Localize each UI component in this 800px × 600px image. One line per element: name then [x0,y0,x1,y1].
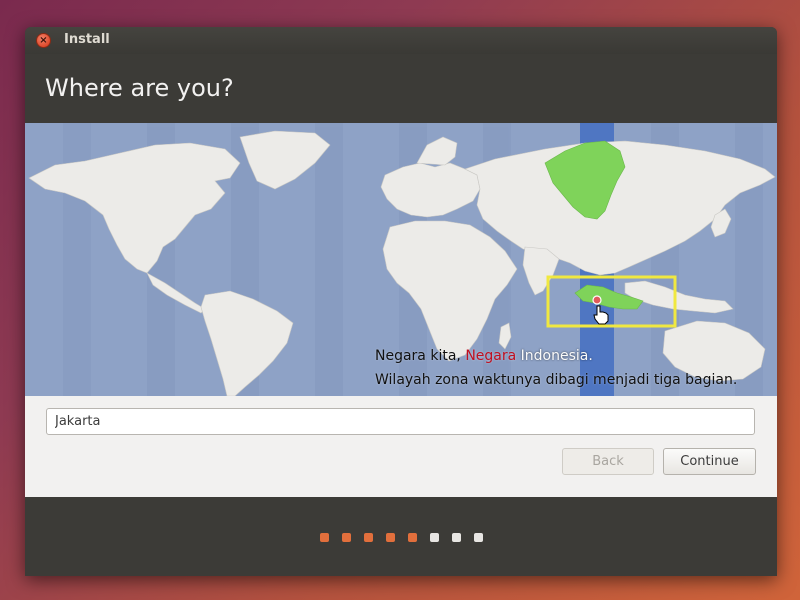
page-header: Where are you? [25,54,777,123]
progress-dot [386,533,395,542]
progress-dot [430,533,439,542]
back-button[interactable]: Back [562,448,654,475]
location-input[interactable] [46,408,755,435]
progress-dot [364,533,373,542]
caption-part-2: Negara [465,348,517,364]
continue-button[interactable]: Continue [663,448,756,475]
close-window-button[interactable]: × [36,33,51,48]
location-form: Back Continue [25,396,777,497]
timezone-map[interactable]: Negara kita, Negara Indonesia. Wilayah z… [25,123,777,396]
progress-dot [474,533,483,542]
caption-line-2: Wilayah zona waktunya dibagi menjadi tig… [375,372,738,388]
india-shape [522,246,560,296]
south-america-shape [200,290,294,396]
progress-dot [452,533,461,542]
page-title: Where are you? [45,74,234,102]
caption-line-1: Negara kita, Negara Indonesia. [375,344,737,368]
window-title: Install [64,32,110,47]
caption-part-3: Indonesia. [516,348,593,364]
progress-dot [342,533,351,542]
progress-footer [25,497,777,576]
north-america-shape [28,142,241,274]
caption-part-1: Negara kita, [375,348,466,364]
progress-dot [320,533,329,542]
title-bar: × Install [25,27,777,55]
europe-shape [380,162,481,218]
progress-dot [408,533,417,542]
location-pin [592,295,602,305]
installer-window: × Install Where are you? Negara kita, Ne… [25,27,777,576]
map-caption: Negara kita, Negara Indonesia. Wilayah z… [375,344,737,392]
